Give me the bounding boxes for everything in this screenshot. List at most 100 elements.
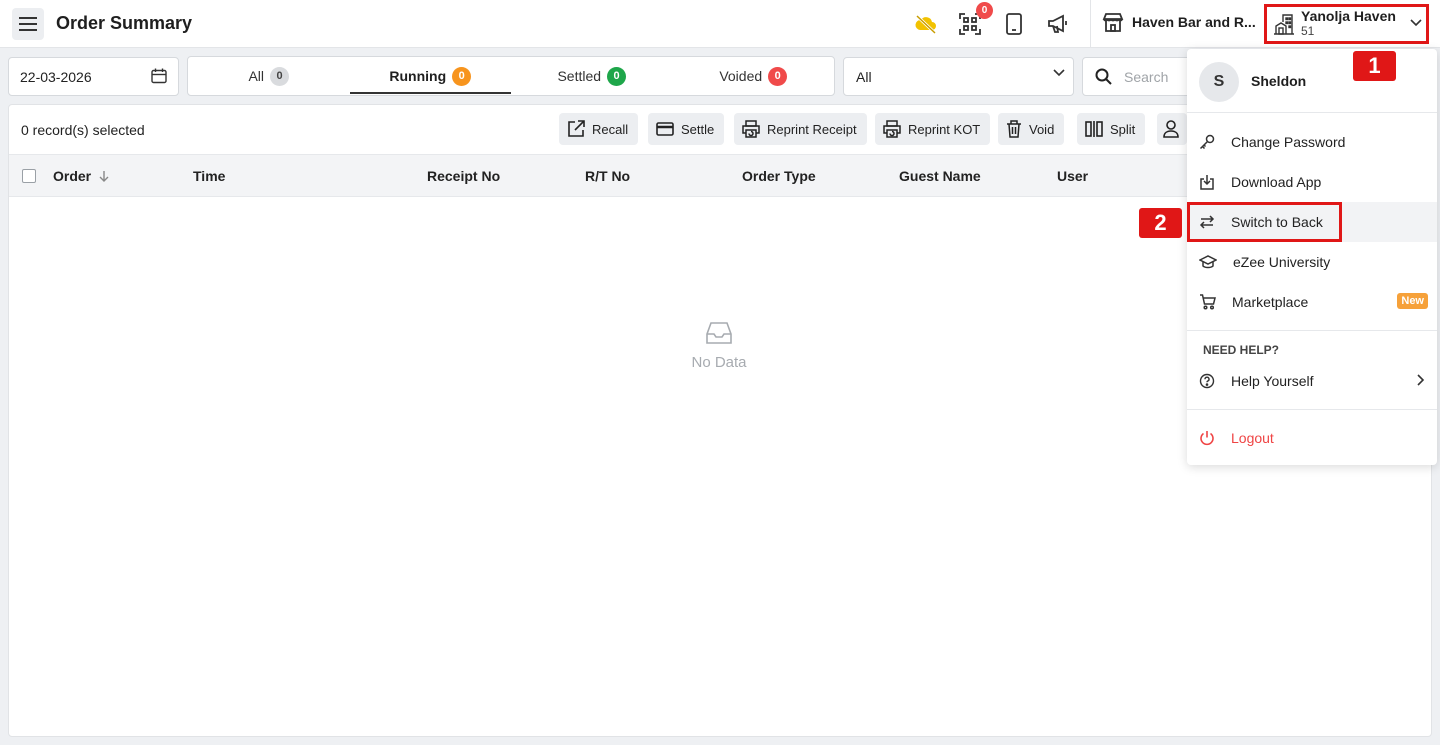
- reprint-receipt-button[interactable]: Reprint Receipt: [734, 113, 867, 145]
- shopping-cart-icon: [1200, 294, 1216, 310]
- button-label: Reprint Receipt: [767, 121, 857, 137]
- menu-item-ezee-university[interactable]: eZee University: [1187, 242, 1437, 282]
- split-columns-icon: [1085, 121, 1103, 137]
- date-value: 22-03-2026: [20, 68, 92, 85]
- count-badge: 0: [452, 66, 472, 86]
- column-rt-no: R/T No: [585, 168, 631, 184]
- date-picker[interactable]: 22-03-2026: [8, 57, 179, 96]
- settle-button[interactable]: Settle: [648, 113, 725, 145]
- step-2-callout: 2: [1139, 208, 1182, 238]
- count-badge: 0: [270, 66, 290, 86]
- empty-inbox-icon: [706, 322, 732, 344]
- store-icon: [1102, 13, 1124, 32]
- chevron-down-icon: [1410, 19, 1422, 27]
- select-value: All: [856, 68, 872, 85]
- step-1-callout: 1: [1353, 51, 1396, 81]
- button-label: Reprint KOT: [908, 121, 981, 137]
- column-label: Order: [53, 168, 92, 184]
- tab-settled[interactable]: Settled 0: [511, 57, 673, 95]
- button-label: Split: [1110, 121, 1136, 137]
- search-icon: [1095, 68, 1112, 85]
- calendar-icon: [151, 68, 167, 84]
- arrow-down-icon: [99, 171, 109, 182]
- chevron-right-icon: [1417, 374, 1425, 386]
- top-bar: Order Summary 0 Haven Bar and R... Yanol…: [0, 0, 1440, 48]
- column-receipt-no: Receipt No: [427, 168, 501, 184]
- reprint-kot-button[interactable]: Reprint KOT: [875, 113, 991, 145]
- help-circle-icon: [1199, 373, 1215, 389]
- tab-label: Settled: [557, 68, 602, 84]
- chevron-down-icon: [1053, 69, 1065, 77]
- tab-label: Running: [389, 68, 447, 84]
- tab-label: All: [248, 68, 265, 84]
- trash-icon: [1007, 120, 1021, 138]
- header-divider: [1090, 0, 1091, 48]
- menu-item-label: Logout: [1231, 430, 1274, 446]
- column-time: Time: [193, 168, 226, 184]
- graduation-cap-icon: [1199, 255, 1217, 269]
- select-all-checkbox[interactable]: [22, 169, 36, 183]
- count-badge: 0: [768, 66, 788, 86]
- column-guest-name: Guest Name: [899, 168, 981, 184]
- credit-card-icon: [656, 122, 674, 136]
- menu-item-marketplace[interactable]: Marketplace New: [1187, 282, 1437, 322]
- menu-divider: [1187, 330, 1437, 331]
- menu-item-help-yourself[interactable]: Help Yourself: [1187, 361, 1437, 401]
- void-button[interactable]: Void: [998, 113, 1065, 145]
- menu-item-label: eZee University: [1233, 254, 1331, 270]
- menu-divider: [1187, 409, 1437, 410]
- page-title: Order Summary: [56, 13, 193, 33]
- no-data-text: No Data: [691, 354, 747, 371]
- menu-item-label: Change Password: [1231, 134, 1346, 150]
- download-icon: [1200, 175, 1214, 190]
- property-name: Yanolja Haven: [1301, 8, 1396, 24]
- assign-user-button[interactable]: [1157, 113, 1187, 145]
- split-button[interactable]: Split: [1077, 113, 1146, 145]
- printer-refresh-icon: [883, 120, 901, 138]
- tab-voided[interactable]: Voided 0: [673, 57, 835, 95]
- button-label: Void: [1029, 121, 1055, 137]
- outlet-selector[interactable]: Haven Bar and R...: [1102, 12, 1256, 32]
- tab-label: Voided: [719, 68, 763, 84]
- power-icon: [1200, 431, 1214, 446]
- menu-item-label: Marketplace: [1232, 294, 1309, 310]
- menu-item-label: Download App: [1231, 174, 1322, 190]
- column-user: User: [1057, 168, 1089, 184]
- hamburger-menu-button[interactable]: [12, 8, 44, 40]
- column-order[interactable]: Order: [53, 168, 109, 184]
- search-box: [1082, 57, 1202, 96]
- switch-to-back-highlight: [1187, 202, 1342, 242]
- key-icon: [1199, 134, 1215, 150]
- notification-badge: 0: [976, 2, 993, 19]
- building-icon: [1274, 14, 1294, 35]
- sync-off-cloud-icon[interactable]: [914, 12, 938, 36]
- menu-item-download-app[interactable]: Download App: [1187, 162, 1437, 202]
- count-badge: 0: [607, 66, 627, 86]
- property-selector[interactable]: Yanolja Haven 51: [1264, 4, 1429, 44]
- need-help-heading: NEED HELP?: [1203, 343, 1280, 357]
- search-input[interactable]: [1124, 68, 1194, 85]
- empty-state: No Data: [669, 321, 769, 371]
- tab-all[interactable]: All 0: [188, 57, 350, 95]
- recall-button[interactable]: Recall: [559, 113, 639, 145]
- new-badge: New: [1397, 293, 1428, 309]
- column-order-type: Order Type: [742, 168, 816, 184]
- tab-running[interactable]: Running 0: [349, 57, 512, 95]
- menu-item-label: Help Yourself: [1231, 373, 1314, 389]
- user-icon: [1163, 120, 1179, 138]
- external-link-icon: [568, 120, 585, 137]
- menu-item-logout[interactable]: Logout: [1187, 418, 1437, 458]
- hamburger-icon: [19, 17, 37, 31]
- user-name: Sheldon: [1251, 73, 1307, 89]
- user-profile-row: S Sheldon: [1187, 49, 1437, 113]
- megaphone-icon[interactable]: [1046, 12, 1070, 36]
- order-status-tabs: All 0 Running 0 Settled 0 Voided 0: [187, 56, 835, 96]
- tablet-icon[interactable]: [1002, 12, 1026, 36]
- order-type-select[interactable]: All: [843, 57, 1074, 96]
- menu-item-change-password[interactable]: Change Password: [1187, 122, 1437, 162]
- records-selected-text: 0 record(s) selected: [21, 122, 145, 138]
- avatar: S: [1199, 62, 1239, 102]
- outlet-name: Haven Bar and R...: [1132, 14, 1256, 30]
- user-dropdown-menu: S Sheldon Change Password Download App S…: [1187, 49, 1437, 465]
- button-label: Settle: [681, 121, 715, 137]
